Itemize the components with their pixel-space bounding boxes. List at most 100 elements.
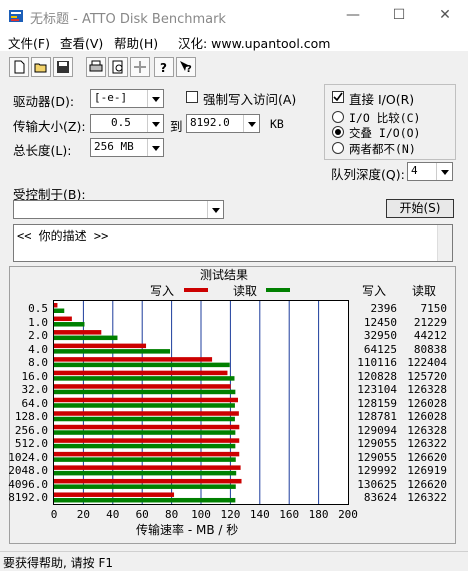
chevron-down-icon[interactable] (147, 115, 163, 132)
read-bar (54, 308, 65, 313)
read-bar (54, 362, 230, 368)
overlapped-io-radio[interactable] (332, 126, 344, 138)
help-button[interactable]: ? (154, 57, 174, 77)
read-value-label: 7150 (420, 302, 448, 315)
open-button[interactable] (31, 57, 51, 77)
read-value-label: 126919 (407, 464, 447, 478)
write-bar (54, 492, 175, 497)
read-value-label: 125720 (407, 369, 447, 383)
category-label: 512.0 (14, 437, 48, 451)
chevron-down-icon[interactable] (147, 139, 163, 156)
save-icon (57, 61, 69, 73)
write-bar (54, 451, 240, 457)
read-bar (54, 430, 236, 435)
read-value-label: 122404 (407, 356, 447, 370)
read-value-label: 126322 (407, 437, 447, 451)
queue-depth-label: 队列深度(Q): (331, 167, 405, 182)
neither-radio[interactable] (332, 142, 344, 154)
write-bar (54, 424, 240, 430)
transfer-to-select[interactable]: 8192.0 (186, 114, 260, 133)
write-value-label: 130625 (357, 477, 397, 491)
x-tick-label: 40 (106, 508, 120, 521)
window-title: 无标题 - ATTO Disk Benchmark (30, 12, 226, 27)
total-length-select[interactable]: 256 MB (90, 138, 164, 157)
write-value-label: 129992 (357, 464, 397, 478)
save-button[interactable] (53, 57, 73, 77)
direct-io-checkbox[interactable] (332, 91, 344, 103)
move-button[interactable] (130, 57, 150, 77)
description-scrollbar[interactable] (437, 225, 452, 261)
description-text: << 你的描述 >> (17, 229, 109, 243)
controlled-by-select[interactable] (13, 200, 224, 219)
read-bar (54, 403, 235, 408)
menu-help[interactable]: 帮助(H) (114, 33, 158, 52)
queue-depth-select[interactable]: 4 (407, 162, 453, 181)
x-tick-label: 160 (279, 508, 300, 521)
menu-file[interactable]: 文件(F) (8, 33, 50, 52)
chevron-down-icon[interactable] (436, 163, 452, 180)
read-legend-label: 读取 (233, 284, 258, 298)
write-value-label: 129055 (357, 437, 397, 451)
move-icon (134, 61, 146, 73)
write-value-label: 110116 (357, 356, 397, 370)
close-button[interactable]: ✕ (422, 0, 468, 31)
read-bar (54, 322, 85, 327)
print-preview-button[interactable] (108, 57, 128, 77)
read-value-label: 21229 (413, 315, 447, 329)
category-label: 0.5 (28, 302, 48, 315)
write-value-label: 120828 (357, 369, 397, 383)
new-button[interactable] (9, 57, 29, 77)
category-label: 4.0 (28, 342, 48, 356)
to-label: 到 (170, 119, 183, 134)
write-bar (54, 343, 147, 349)
read-bar (54, 335, 118, 341)
chevron-down-icon[interactable] (207, 201, 223, 218)
category-label: 128.0 (14, 410, 48, 424)
drive-label: 驱动器(D): (13, 94, 75, 109)
read-bar (54, 443, 236, 449)
read-value-label: 126322 (407, 491, 447, 505)
start-button[interactable]: 开始(S) (386, 199, 454, 218)
transfer-from-select[interactable]: 0.5 (90, 114, 164, 133)
read-bar (54, 457, 236, 462)
read-bar (54, 416, 235, 422)
write-legend-swatch (184, 288, 208, 292)
write-value-label: 83624 (363, 491, 397, 505)
write-value-label: 128159 (357, 396, 397, 410)
help-icon: ? (160, 61, 167, 74)
minimize-button[interactable]: — (330, 0, 376, 31)
description-textarea[interactable]: << 你的描述 >> (13, 224, 453, 262)
write-value-label: 32950 (363, 329, 397, 343)
drive-select[interactable]: [-e-] (90, 89, 164, 108)
write-bar (54, 370, 228, 376)
write-bar (54, 465, 241, 470)
write-bar (54, 411, 239, 416)
write-value-label: 2396 (370, 302, 398, 315)
menu-credit[interactable]: 汉化: www.upantool.com (178, 33, 330, 52)
read-value-label: 126028 (407, 396, 447, 410)
neither-label: 两者都不(N) (349, 142, 416, 156)
menu-view[interactable]: 查看(V) (60, 33, 103, 52)
kb-label: KB (270, 117, 284, 131)
category-label: 2048.0 (8, 464, 48, 478)
write-bar (54, 397, 238, 403)
category-label: 8192.0 (8, 491, 48, 505)
chevron-down-icon[interactable] (147, 90, 163, 107)
io-compare-radio[interactable] (332, 111, 344, 123)
maximize-button[interactable]: ☐ (376, 0, 422, 31)
write-column-header: 写入 (362, 284, 387, 298)
write-bar (54, 438, 240, 443)
print-button[interactable] (86, 57, 106, 77)
x-axis-label: 传输速率 - MB / 秒 (136, 523, 239, 537)
force-write-checkbox[interactable] (186, 91, 198, 103)
context-help-button[interactable]: ? (176, 57, 196, 77)
read-bar (54, 376, 235, 381)
chart-plot-area (53, 300, 349, 505)
write-bar (54, 330, 102, 335)
chevron-down-icon[interactable] (243, 115, 259, 132)
direct-io-label: 直接 I/O(R) (349, 92, 415, 107)
write-value-label: 12450 (363, 315, 397, 329)
category-label: 4096.0 (8, 477, 48, 491)
x-tick-label: 200 (338, 508, 358, 521)
read-value-label: 44212 (413, 329, 447, 343)
